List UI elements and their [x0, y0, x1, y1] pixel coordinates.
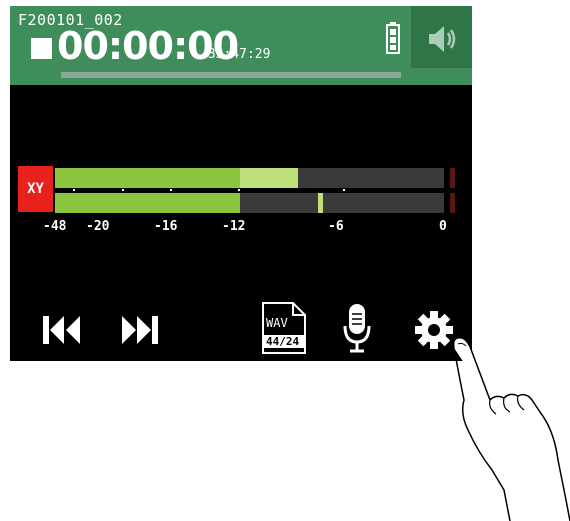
- scale-label: -16: [154, 219, 178, 234]
- scale-label: -6: [328, 219, 344, 234]
- recorder-screen: F200101_002 00:00:00 /33:47:29 XY -48 -2…: [10, 6, 472, 361]
- battery-icon: [386, 22, 400, 54]
- file-type-label: WAV: [266, 316, 288, 330]
- level-meter-left: [55, 168, 444, 188]
- meter-tick: [122, 189, 124, 191]
- meter-tick: [238, 189, 240, 191]
- playback-progress[interactable]: [61, 72, 401, 78]
- clip-indicator-left: [450, 168, 455, 188]
- clip-indicator-right: [450, 193, 455, 213]
- rewind-icon[interactable]: [42, 314, 82, 346]
- scale-label: -20: [86, 219, 110, 234]
- stop-icon: [31, 38, 52, 59]
- scale-label: 0: [439, 219, 447, 234]
- meter-tick: [343, 189, 345, 191]
- fast-forward-icon[interactable]: [120, 314, 160, 346]
- meter-tick: [73, 189, 75, 191]
- speaker-button[interactable]: [411, 6, 472, 68]
- meter-tick: [170, 189, 172, 191]
- level-meter-right: [55, 193, 444, 213]
- speaker-icon: [429, 26, 456, 52]
- microphone-icon[interactable]: [342, 302, 372, 354]
- scale-label: -48: [43, 219, 67, 234]
- meter-level-right: [55, 193, 240, 213]
- input-badge-xy[interactable]: XY: [18, 166, 53, 212]
- meter-peak-right: [317, 193, 324, 213]
- file-spec-label: 44/24: [266, 335, 300, 348]
- pointing-hand: [452, 336, 570, 521]
- scale-label: -12: [222, 219, 246, 234]
- file-format-button[interactable]: WAV 44/24: [260, 302, 308, 354]
- meter-level-left: [55, 168, 240, 188]
- remaining-time: /33:47:29: [200, 47, 271, 62]
- status-header: F200101_002 00:00:00 /33:47:29: [10, 6, 472, 85]
